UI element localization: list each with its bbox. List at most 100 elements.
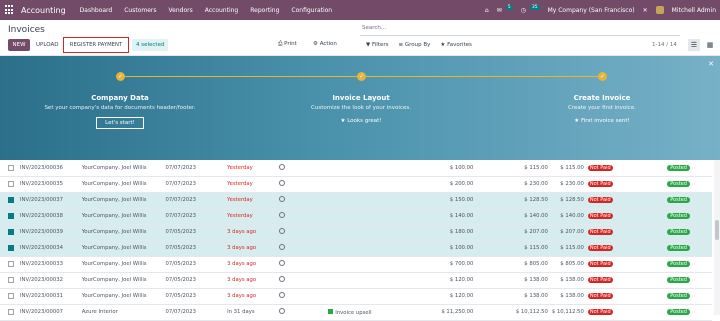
action-label: Action xyxy=(319,41,337,47)
register-payment-button[interactable]: REGISTER PAYMENT xyxy=(63,37,129,53)
menu-accounting[interactable]: Accounting xyxy=(205,7,239,14)
step-check-icon: ✓ xyxy=(598,72,607,81)
filters-button[interactable]: ▼ Filters xyxy=(366,42,388,48)
amount-due: $ 138.00 xyxy=(551,288,588,305)
step-description: Set your company's data for documents he… xyxy=(44,105,196,111)
step-done-label[interactable]: ★ Looks great! xyxy=(281,118,441,124)
table-row[interactable]: INV/2023/00037 YourCompany, Joel Willis 07… xyxy=(0,192,712,209)
activity-clock-icon[interactable] xyxy=(278,180,285,186)
row-checkbox[interactable] xyxy=(8,244,14,251)
menu-customers[interactable]: Customers xyxy=(124,7,156,14)
amount-due: $ 10,112.50 xyxy=(551,304,588,321)
star-icon: ★ xyxy=(440,42,446,48)
activity-clock-icon[interactable] xyxy=(278,228,285,234)
search-options: ▼ Filters ≡ Group By ★ Favorites xyxy=(366,42,472,48)
activity-clock-icon[interactable] xyxy=(278,292,285,298)
invoice-date: 07/05/2023 xyxy=(165,272,228,289)
untaxed-amount: $ 200.00 xyxy=(412,176,478,193)
partner-name: YourCompany, Joel Willis xyxy=(81,240,166,257)
menu-dashboard[interactable]: Dashboard xyxy=(80,7,113,14)
state-badge: Posted xyxy=(667,261,690,267)
table-row[interactable]: INV/2023/00034 YourCompany, Joel Willis 07… xyxy=(0,240,712,257)
invoice-number: INV/2023/00038 xyxy=(19,208,82,225)
partner-name: Azure Interior xyxy=(81,304,166,321)
menu-vendors[interactable]: Vendors xyxy=(169,7,193,14)
step-done-text: First invoice sent! xyxy=(580,118,630,124)
systray: ⌂ ✉ 5 ◷ 35 My Company (San Francisco) ✕ Mi… xyxy=(485,0,716,20)
activities-badge: 35 xyxy=(529,4,540,10)
row-checkbox[interactable] xyxy=(8,212,14,219)
invoice-number: INV/2023/00034 xyxy=(19,240,82,257)
amount-due: $ 140.00 xyxy=(551,208,588,225)
table-row[interactable]: INV/2023/00033 YourCompany, Joel Willis 07… xyxy=(0,256,712,273)
payment-status-badge: Not Paid xyxy=(587,164,613,171)
tools-icon[interactable]: ✕ xyxy=(643,7,648,14)
gear-icon: ⚙ xyxy=(313,41,318,47)
payment-status-badge: Not Paid xyxy=(587,261,613,267)
table-row[interactable]: INV/2023/00007 Azure Interior 07/07/2023 In… xyxy=(0,304,712,321)
home-icon[interactable]: ⌂ xyxy=(485,7,489,14)
untaxed-amount: $ 120.00 xyxy=(412,288,478,305)
due-date: 3 days ago xyxy=(227,240,279,257)
row-checkbox[interactable] xyxy=(8,164,14,171)
selection-counter[interactable]: 4 selected xyxy=(132,39,169,51)
untaxed-amount: $ 120.00 xyxy=(412,272,478,289)
activity-clock-icon[interactable] xyxy=(278,260,285,266)
activity-clock-icon[interactable] xyxy=(278,196,285,202)
favorites-button[interactable]: ★ Favorites xyxy=(440,42,472,48)
row-checkbox[interactable] xyxy=(8,260,14,267)
user-name[interactable]: Mitchell Admin xyxy=(672,7,716,14)
activity-clock-icon[interactable] xyxy=(278,163,285,170)
menu-configuration[interactable]: Configuration xyxy=(291,7,332,14)
new-button[interactable]: NEW xyxy=(8,39,30,51)
avatar[interactable] xyxy=(655,6,664,14)
page-title: Invoices xyxy=(8,25,45,35)
state-badge: Posted xyxy=(667,245,690,251)
total-amount: $ 138.00 xyxy=(477,288,552,305)
activity-clock-icon[interactable] xyxy=(278,308,285,314)
activity-clock-icon[interactable] xyxy=(278,212,285,218)
invoice-date: 07/05/2023 xyxy=(165,288,228,305)
company-switcher[interactable]: My Company (San Francisco) xyxy=(548,7,635,14)
row-checkbox[interactable] xyxy=(8,228,14,235)
document-icon xyxy=(328,308,334,314)
table-row[interactable]: INV/2023/00038 YourCompany, Joel Willis 07… xyxy=(0,208,712,225)
table-row[interactable]: INV/2023/00036 YourCompany, Joel Willis 07… xyxy=(0,160,712,177)
kanban-view-icon[interactable]: ▦ xyxy=(704,39,716,51)
row-checkbox[interactable] xyxy=(8,292,14,299)
main-menu: Dashboard Customers Vendors Accounting R… xyxy=(80,7,332,14)
table-row[interactable]: INV/2023/00032 YourCompany, Joel Willis 07… xyxy=(0,272,712,289)
row-checkbox[interactable] xyxy=(8,196,14,203)
step-done-label[interactable]: ★ First invoice sent! xyxy=(522,118,682,124)
row-checkbox[interactable] xyxy=(8,180,14,187)
print-label: Print xyxy=(284,41,297,47)
close-icon[interactable]: ✕ xyxy=(708,60,714,68)
table-row[interactable]: INV/2023/00039 YourCompany, Joel Willis 07… xyxy=(0,224,712,241)
app-name[interactable]: Accounting xyxy=(21,6,66,15)
clock-icon[interactable]: ◷ xyxy=(521,7,526,14)
invoice-number: INV/2023/00032 xyxy=(19,272,82,289)
action-button[interactable]: ⚙ Action xyxy=(313,41,337,47)
scrollbar[interactable] xyxy=(714,160,720,315)
row-checkbox[interactable] xyxy=(8,276,14,283)
chat-icon[interactable]: ✉ xyxy=(497,7,502,14)
group-by-button[interactable]: ≡ Group By xyxy=(398,42,430,48)
payment-status-badge: Not Paid xyxy=(587,213,613,219)
upload-button[interactable]: UPLOAD xyxy=(33,39,61,51)
print-button[interactable]: ⎙ Print xyxy=(278,41,297,48)
lets-start-button[interactable]: Let's start! xyxy=(96,117,144,129)
pager[interactable]: 1-14 / 14 xyxy=(652,42,677,48)
activity-clock-icon[interactable] xyxy=(278,276,285,282)
activity-clock-icon[interactable] xyxy=(278,244,285,250)
table-row[interactable]: INV/2023/00031 YourCompany, Joel Willis 07… xyxy=(0,288,712,305)
row-checkbox[interactable] xyxy=(8,308,14,315)
table-row[interactable]: INV/2023/00035 YourCompany, Joel Willis 07… xyxy=(0,176,712,193)
step-title: Invoice Layout xyxy=(332,94,390,102)
menu-reporting[interactable]: Reporting xyxy=(250,7,279,14)
amount-due: $ 115.00 xyxy=(551,240,588,257)
invoice-date: 07/07/2023 xyxy=(165,192,228,209)
apps-menu-icon[interactable] xyxy=(5,5,15,15)
list-view-icon[interactable]: ☰ xyxy=(688,39,700,51)
search-input[interactable]: Search... xyxy=(360,25,680,36)
untaxed-amount: $ 100.00 xyxy=(412,240,478,257)
